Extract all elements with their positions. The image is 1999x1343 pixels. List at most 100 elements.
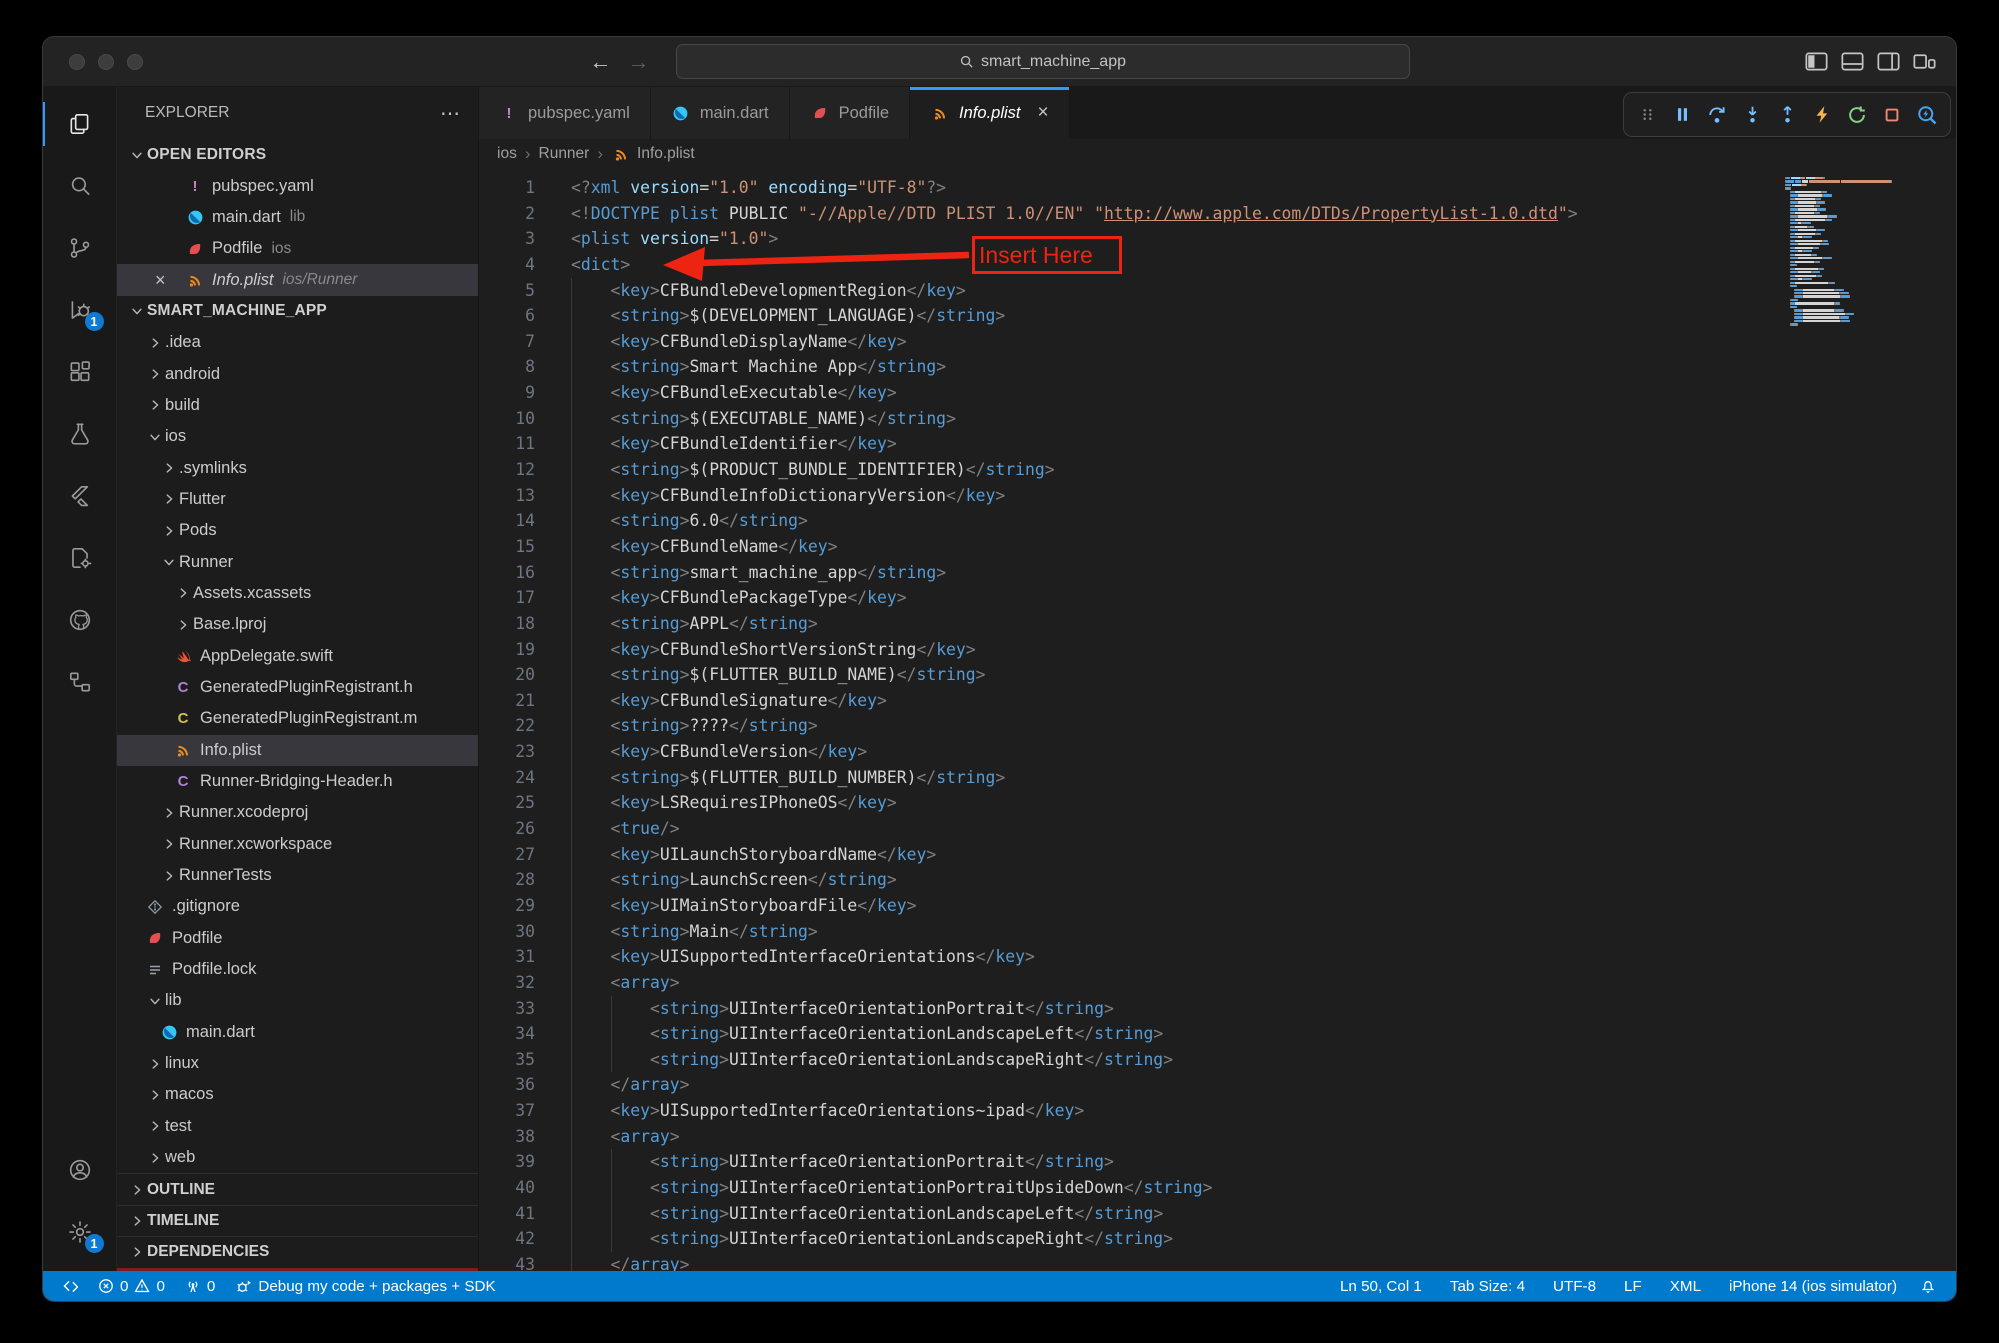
activity-item-run-debug[interactable]: 1 bbox=[43, 279, 117, 341]
tree-item-main.dart[interactable]: main.dart bbox=[117, 1017, 478, 1048]
code-line[interactable]: 18<string>APPL</string> bbox=[479, 611, 1956, 637]
tree-item-ios[interactable]: ios bbox=[117, 421, 478, 452]
code-line[interactable]: 38<array> bbox=[479, 1124, 1956, 1150]
code-line[interactable]: 25<key>LSRequiresIPhoneOS</key> bbox=[479, 790, 1956, 816]
code-line[interactable]: 33<string>UIInterfaceOrientationPortrait… bbox=[479, 996, 1956, 1022]
tab-pubspec.yaml[interactable]: !pubspec.yaml bbox=[479, 87, 651, 139]
code-line[interactable]: 8<string>Smart Machine App</string> bbox=[479, 354, 1956, 380]
customize-layout-button[interactable] bbox=[1911, 48, 1938, 75]
tree-item-build[interactable]: build bbox=[117, 390, 478, 421]
hot-reload-button[interactable] bbox=[1811, 104, 1833, 126]
tree-item-test[interactable]: test bbox=[117, 1111, 478, 1142]
breadcrumb-item-ios[interactable]: ios bbox=[497, 145, 517, 163]
tree-item-Assets.xcassets[interactable]: Assets.xcassets bbox=[117, 578, 478, 609]
activity-item-testing[interactable] bbox=[43, 403, 117, 465]
code-line[interactable]: 29<key>UIMainStoryboardFile</key> bbox=[479, 893, 1956, 919]
tree-item-Flutter[interactable]: Flutter bbox=[117, 484, 478, 515]
more-actions-icon[interactable]: ⋯ bbox=[440, 101, 462, 126]
tree-item-Runner[interactable]: Runner bbox=[117, 546, 478, 577]
code-line[interactable]: 40<string>UIInterfaceOrientationPortrait… bbox=[479, 1175, 1956, 1201]
code-line[interactable]: 43</array> bbox=[479, 1252, 1956, 1271]
code-line[interactable]: 35<string>UIInterfaceOrientationLandscap… bbox=[479, 1047, 1956, 1073]
activity-item-github[interactable] bbox=[43, 589, 117, 651]
zoom-window-button[interactable] bbox=[127, 54, 143, 70]
tree-item-Podfile[interactable]: Podfile bbox=[117, 923, 478, 954]
inspector-button[interactable] bbox=[1916, 104, 1938, 126]
code-line[interactable]: 23<key>CFBundleVersion</key> bbox=[479, 739, 1956, 765]
code-line[interactable]: 36</array> bbox=[479, 1072, 1956, 1098]
tree-item-.idea[interactable]: .idea bbox=[117, 327, 478, 358]
code-line[interactable]: 15<key>CFBundleName</key> bbox=[479, 534, 1956, 560]
toggle-primary-sidebar-button[interactable] bbox=[1803, 48, 1830, 75]
tree-item-AppDelegate.swift[interactable]: AppDelegate.swift bbox=[117, 641, 478, 672]
section-timeline[interactable]: TIMELINE bbox=[117, 1205, 478, 1236]
open-editor-Podfile[interactable]: Podfileios bbox=[117, 233, 478, 264]
cursor-position[interactable]: Ln 50, Col 1 bbox=[1331, 1278, 1431, 1295]
open-editor-Info.plist[interactable]: ×Info.plistios/Runner bbox=[117, 264, 478, 295]
indentation[interactable]: Tab Size: 4 bbox=[1441, 1278, 1534, 1295]
tree-item-RunnerTests[interactable]: RunnerTests bbox=[117, 860, 478, 891]
section-dependencies[interactable]: DEPENDENCIES bbox=[117, 1236, 478, 1267]
encoding[interactable]: UTF-8 bbox=[1544, 1278, 1605, 1295]
code-line[interactable]: 11<key>CFBundleIdentifier</key> bbox=[479, 431, 1956, 457]
tab-main.dart[interactable]: main.dart bbox=[651, 87, 790, 139]
open-editor-main.dart[interactable]: main.dartlib bbox=[117, 202, 478, 233]
code-line[interactable]: 24<string>$(FLUTTER_BUILD_NUMBER)</strin… bbox=[479, 765, 1956, 791]
tree-item-GeneratedPluginRegistrant.m[interactable]: CGeneratedPluginRegistrant.m bbox=[117, 703, 478, 734]
code-line[interactable]: 28<string>LaunchScreen</string> bbox=[479, 867, 1956, 893]
window-controls[interactable] bbox=[69, 37, 143, 86]
grip-button[interactable] bbox=[1636, 104, 1658, 126]
tree-item-Runner.xcodeproj[interactable]: Runner.xcodeproj bbox=[117, 797, 478, 828]
tree-item-Runner-Bridging-Header.h[interactable]: CRunner-Bridging-Header.h bbox=[117, 766, 478, 797]
code-line[interactable]: 42<string>UIInterfaceOrientationLandscap… bbox=[479, 1226, 1956, 1252]
activity-item-settings[interactable]: 1 bbox=[43, 1201, 117, 1263]
activity-item-extensions[interactable] bbox=[43, 341, 117, 403]
pause-button[interactable] bbox=[1671, 104, 1693, 126]
problems-indicator[interactable]: 0 0 bbox=[92, 1271, 171, 1301]
code-line[interactable]: 39<string>UIInterfaceOrientationPortrait… bbox=[479, 1149, 1956, 1175]
code-line[interactable]: 1<?xml version="1.0" encoding="UTF-8"?> bbox=[479, 175, 1956, 201]
tree-item-Info.plist[interactable]: Info.plist bbox=[117, 735, 478, 766]
tree-item-Base.lproj[interactable]: Base.lproj bbox=[117, 609, 478, 640]
code-line[interactable]: 41<string>UIInterfaceOrientationLandscap… bbox=[479, 1201, 1956, 1227]
code-line[interactable]: 31<key>UISupportedInterfaceOrientations<… bbox=[479, 944, 1956, 970]
code-editor[interactable]: 1<?xml version="1.0" encoding="UTF-8"?> 2… bbox=[479, 169, 1956, 1271]
ports-indicator[interactable]: 0 bbox=[179, 1271, 221, 1301]
tree-item-Pods[interactable]: Pods bbox=[117, 515, 478, 546]
code-line[interactable]: 37<key>UISupportedInterfaceOrientations~… bbox=[479, 1098, 1956, 1124]
minimap[interactable] bbox=[1785, 177, 1926, 327]
breadcrumb-item-Info.plist[interactable]: Info.plist bbox=[611, 144, 695, 164]
open-editors-header[interactable]: OPEN EDITORS bbox=[117, 139, 478, 170]
open-editor-pubspec.yaml[interactable]: !pubspec.yaml bbox=[117, 170, 478, 201]
activity-item-source-control[interactable] bbox=[43, 217, 117, 279]
breadcrumb-item-Runner[interactable]: Runner bbox=[539, 145, 590, 163]
code-line[interactable]: 14<string>6.0</string> bbox=[479, 508, 1956, 534]
activity-item-references[interactable] bbox=[43, 651, 117, 713]
tree-item-.gitignore[interactable]: .gitignore bbox=[117, 891, 478, 922]
step-into-button[interactable] bbox=[1741, 104, 1763, 126]
code-line[interactable]: 27<key>UILaunchStoryboardName</key> bbox=[479, 842, 1956, 868]
tree-item-linux[interactable]: linux bbox=[117, 1048, 478, 1079]
code-line[interactable]: 6<string>$(DEVELOPMENT_LANGUAGE)</string… bbox=[479, 303, 1956, 329]
restart-button[interactable] bbox=[1846, 104, 1868, 126]
tab-Podfile[interactable]: Podfile bbox=[790, 87, 910, 139]
code-line[interactable]: 16<string>smart_machine_app</string> bbox=[479, 560, 1956, 586]
activity-item-flutter[interactable] bbox=[43, 465, 117, 527]
tree-item-Podfile.lock[interactable]: Podfile.lock bbox=[117, 954, 478, 985]
close-icon[interactable]: × bbox=[155, 264, 166, 295]
activity-item-account[interactable] bbox=[43, 1139, 117, 1201]
forward-button[interactable]: → bbox=[628, 51, 650, 73]
tree-item-Runner.xcworkspace[interactable]: Runner.xcworkspace bbox=[117, 829, 478, 860]
close-window-button[interactable] bbox=[69, 54, 85, 70]
tree-item-macos[interactable]: macos bbox=[117, 1079, 478, 1110]
project-root-header[interactable]: SMART_MACHINE_APP bbox=[117, 296, 478, 327]
debug-status[interactable]: Debug my code + packages + SDK bbox=[229, 1271, 501, 1301]
activity-item-project-manager[interactable] bbox=[43, 527, 117, 589]
toggle-panel-button[interactable] bbox=[1839, 48, 1866, 75]
code-line[interactable]: 34<string>UIInterfaceOrientationLandscap… bbox=[479, 1021, 1956, 1047]
tree-item-web[interactable]: web bbox=[117, 1142, 478, 1173]
language-mode[interactable]: XML bbox=[1661, 1278, 1710, 1295]
activity-item-search[interactable] bbox=[43, 155, 117, 217]
notifications-bell[interactable] bbox=[1914, 1271, 1942, 1301]
minimize-window-button[interactable] bbox=[98, 54, 114, 70]
